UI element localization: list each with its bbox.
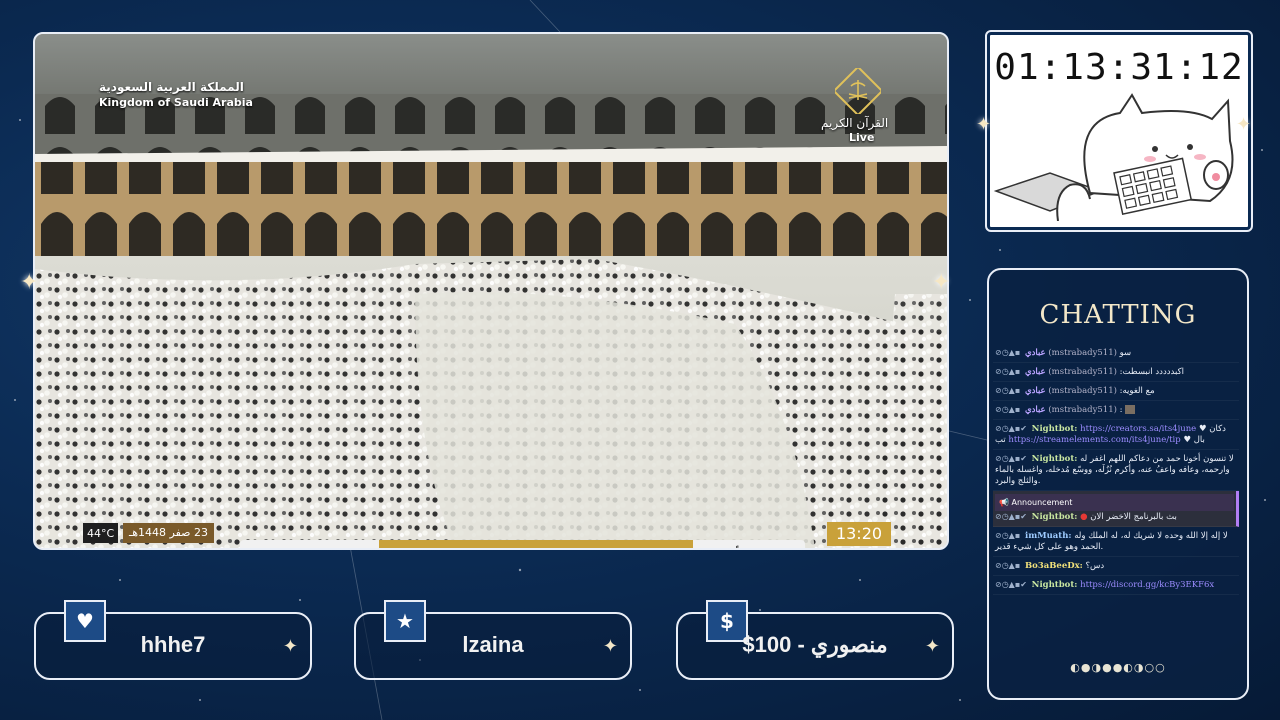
palm-swords-icon	[835, 68, 881, 114]
quran-channel-name: القرآن الكريم	[821, 116, 889, 130]
stream-timer-widget: 01:13:31:12	[985, 30, 1253, 232]
hijri-date: 23 صفر 1448هـ	[123, 523, 214, 543]
heart-icon: ♥	[1183, 435, 1192, 445]
chat-message: ⊘◷▲▪ imMuath: لا إله إلا الله وحده لا شر…	[993, 527, 1239, 557]
announcement-label: Announcement	[1011, 498, 1073, 507]
emote-icon	[1125, 405, 1136, 414]
chat-username: (mstrabady511)	[1048, 348, 1117, 358]
chat-text: :اكبددددد انبسطت	[1119, 367, 1184, 377]
last-donation-box: $ ✦ منصوري - 100$	[676, 600, 954, 680]
moon-phase-icon: ◐●◑●●◐◑○○	[1070, 661, 1166, 674]
last-follower-box: ♥ ✦ hhhe7	[34, 600, 312, 680]
sparkle-icon: ✦	[932, 270, 951, 295]
chat-username-prefix: عبادي	[1024, 367, 1046, 377]
user-badges-icon: ⊘◷▲▪	[995, 561, 1021, 570]
chat-link[interactable]: https://streamelements.com/its4june/tip	[1008, 435, 1180, 445]
megaphone-icon: 📢	[999, 498, 1009, 507]
chat-message: ⊘◷▲▪ عبادي (mstrabady511) :	[993, 401, 1239, 420]
sparkle-icon: ✦	[976, 114, 992, 135]
heart-icon: ♥	[1198, 424, 1207, 434]
last-subscriber-box: ★ ✦ lzaina	[354, 600, 632, 680]
announcement-message: 📢 Announcement ⊘◷▲▪✔ Nightbot: ● بث بالب…	[993, 491, 1239, 527]
chat-message: ⊘◷▲▪✔ Nightbot: لا تنسون أخونا حمد من دع…	[993, 450, 1239, 491]
temperature-value: 44°C	[87, 526, 115, 540]
chat-username: (mstrabady511)	[1048, 386, 1117, 396]
sparkle-icon: ✦	[1236, 114, 1252, 135]
donation-name: منصوري - 100$	[742, 632, 888, 657]
video-scene	[35, 34, 947, 548]
chat-text: بال	[1193, 435, 1205, 445]
chat-message: ⊘◷▲▪✔ Nightbot: https://discord.gg/kcBy3…	[993, 576, 1239, 595]
channel-name-english: Kingdom of Saudi Arabia	[99, 96, 253, 109]
chat-title: CHATTING	[1039, 300, 1197, 330]
chat-username-prefix: عبادي	[1024, 348, 1046, 358]
bot-badges-icon: ⊘◷▲▪✔	[995, 580, 1027, 589]
chat-text: سو	[1119, 348, 1132, 358]
chat-username: (mstrabady511)	[1048, 367, 1117, 377]
chat-message: ⊘◷▲▪✔ Nightbot: https://creators.sa/its4…	[993, 420, 1239, 450]
chat-username: Nightbot:	[1031, 580, 1078, 590]
surah-label: سورة الأنفال	[692, 540, 805, 548]
chat-text: :مع الغويه	[1119, 386, 1155, 396]
channel-name-arabic: المملكة العربية السعودية	[99, 80, 244, 94]
chat-text: :	[1119, 405, 1123, 415]
reciter-label: القارئ : عبدالرحمن عبدالعزيز السديس	[378, 540, 693, 548]
chat-message: ⊘◷▲▪ عبادي (mstrabady511) :اكبددددد انبس…	[993, 363, 1239, 382]
chat-link[interactable]: https://creators.sa/its4june	[1080, 424, 1196, 434]
riwaya-label: رواية حفص عن عاصم	[240, 540, 379, 548]
bot-badges-icon: ⊘◷▲▪✔	[995, 454, 1027, 463]
bot-badges-icon: ⊘◷▲▪✔	[995, 424, 1027, 433]
chat-username-prefix: عبادي	[1024, 405, 1046, 415]
mod-badges-icon: ⊘◷▲▪	[995, 405, 1021, 414]
chat-username: Nightbot:	[1031, 424, 1078, 434]
chat-username: imMuath:	[1024, 531, 1072, 541]
recitation-info-bar: رواية حفص عن عاصم القارئ : عبدالرحمن عبد…	[240, 540, 805, 548]
chat-link[interactable]: https://discord.gg/kcBy3EKF6x	[1080, 580, 1214, 590]
chat-message: ⊘◷▲▪ عبادي (mstrabady511) سو	[993, 344, 1239, 363]
red-dot-icon: ●	[1080, 512, 1088, 522]
chat-panel: CHATTING ⊘◷▲▪ عبادي (mstrabady511) سو ⊘◷…	[987, 268, 1249, 700]
chat-message: ⊘◷▲▪ Bo3aBeeDx: دس؟	[993, 557, 1239, 576]
sparkle-icon: ✦	[20, 270, 39, 295]
chat-username: Nightbot:	[1031, 512, 1078, 522]
bot-badges-icon: ⊘◷▲▪✔	[995, 512, 1027, 521]
live-label: Live	[849, 131, 875, 144]
temperature-badge: 44°C	[83, 523, 119, 543]
announcement-header: 📢 Announcement	[995, 494, 1234, 511]
chat-username: Bo3aBeeDx:	[1024, 561, 1083, 571]
user-badges-icon: ⊘◷▲▪	[995, 531, 1021, 540]
mod-badges-icon: ⊘◷▲▪	[995, 367, 1021, 376]
chat-username: Nightbot:	[1031, 454, 1078, 464]
bongo-cat-icon	[993, 93, 1234, 221]
chat-username-prefix: عبادي	[1024, 386, 1046, 396]
chat-text: دس؟	[1085, 561, 1105, 571]
chat-username: (mstrabady511)	[1048, 405, 1117, 415]
live-video-feed[interactable]: المملكة العربية السعودية Kingdom of Saud…	[33, 32, 949, 550]
quran-channel-logo	[835, 68, 881, 114]
mod-badges-icon: ⊘◷▲▪	[995, 348, 1021, 357]
mod-badges-icon: ⊘◷▲▪	[995, 386, 1021, 395]
subscriber-name: lzaina	[462, 632, 524, 657]
follower-name: hhhe7	[140, 632, 206, 657]
clock-display: 13:20	[827, 522, 891, 546]
chat-message-list[interactable]: ⊘◷▲▪ عبادي (mstrabady511) سو ⊘◷▲▪ عبادي …	[993, 344, 1239, 644]
chat-message: ⊘◷▲▪ عبادي (mstrabady511) :مع الغويه	[993, 382, 1239, 401]
chat-text: بث بالبرنامج الاخضر الان	[1090, 512, 1177, 522]
